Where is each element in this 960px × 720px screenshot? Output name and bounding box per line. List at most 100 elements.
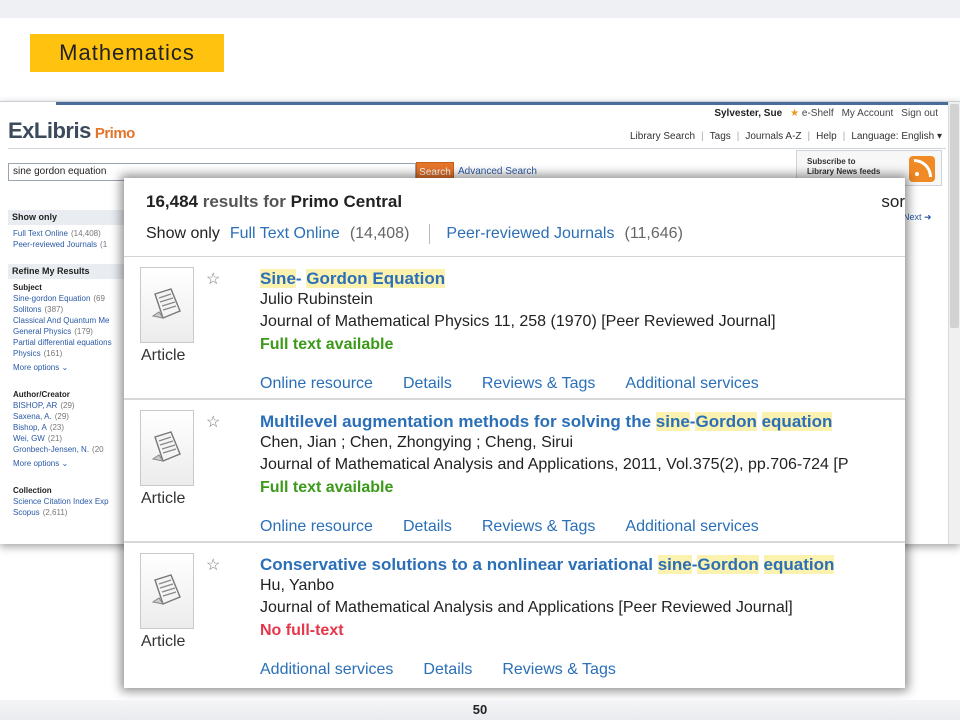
collection-facet[interactable]: Scopus (2,611) <box>8 507 126 518</box>
record-title[interactable]: Conservative solutions to a nonlinear va… <box>260 555 835 575</box>
facet-label[interactable]: Scopus <box>13 508 40 517</box>
language-selector[interactable]: Language: English ▾ <box>851 131 942 142</box>
nav-tags[interactable]: Tags <box>710 131 731 142</box>
facet-count: (2,611) <box>42 508 68 517</box>
title-segment: Gordon <box>695 412 757 431</box>
user-name: Sylvester, Sue <box>714 107 783 119</box>
facet-label[interactable]: Solitons <box>13 305 41 314</box>
results-panel: 16,484 results for Primo Central sor Sho… <box>124 178 905 688</box>
user-bar: Sylvester, Sue ★ e-Shelf My Account Sign… <box>714 105 938 121</box>
action-online-resource[interactable]: Online resource <box>260 375 373 393</box>
availability-status: Full text available <box>260 479 394 496</box>
action-reviews-tags[interactable]: Reviews & Tags <box>482 375 596 393</box>
sign-out-link[interactable]: Sign out <box>901 108 938 119</box>
refine-heading: Refine My Results <box>8 264 126 279</box>
action-additional-services[interactable]: Additional services <box>260 661 393 679</box>
document-icon <box>140 267 194 343</box>
facet-label[interactable]: Partial differential equations <box>13 338 112 347</box>
star-outline-icon[interactable]: ☆ <box>206 412 220 432</box>
record-type: Article <box>141 490 186 507</box>
facet-count: (179) <box>74 327 93 336</box>
facet-label[interactable]: Physics <box>13 349 41 358</box>
facet-sidebar: Show only Full Text Online (14,408) Peer-r… <box>8 210 126 518</box>
facet-count: (1 <box>100 240 108 249</box>
title-segment <box>757 412 762 431</box>
subject-facet[interactable]: Partial differential equations <box>8 337 126 348</box>
facet-count: (23) <box>49 423 65 432</box>
show-only-label: Show only <box>146 225 220 242</box>
facet-label[interactable]: Bishop, A <box>13 423 47 432</box>
record-actions: Online resource Details Reviews & Tags Addi… <box>260 518 789 536</box>
action-reviews-tags[interactable]: Reviews & Tags <box>502 661 616 679</box>
nav-separator: | <box>701 131 704 142</box>
nav-help[interactable]: Help <box>816 131 837 142</box>
top-nav: Library Search | Tags | Journals A-Z | Help | La… <box>630 131 942 142</box>
action-reviews-tags[interactable]: Reviews & Tags <box>482 518 596 536</box>
subject-facet[interactable]: Physics (161) <box>8 348 126 359</box>
record-source: Journal of Mathematical Physics 11, 258 … <box>260 313 776 330</box>
record-title[interactable]: Multilevel augmentation methods for solv… <box>260 412 833 432</box>
show-only-heading: Show only <box>8 210 126 225</box>
action-additional-services[interactable]: Additional services <box>625 518 758 536</box>
facet-label[interactable]: BISHOP, AR <box>13 401 57 410</box>
filter-separator <box>429 224 431 244</box>
document-icon <box>140 553 194 629</box>
eshelf-link[interactable]: ★ e-Shelf <box>790 108 833 119</box>
facet-label[interactable]: Sine-gordon Equation <box>13 294 90 303</box>
my-account-link[interactable]: My Account <box>842 108 894 119</box>
advanced-search-link[interactable]: Advanced Search <box>458 166 537 177</box>
show-only-facet[interactable]: Peer-reviewed Journals (1 <box>8 239 126 250</box>
facet-label[interactable]: Gronbech-Jensen, N. <box>13 445 89 454</box>
chevron-down-icon: ▾ <box>934 131 942 142</box>
facet-label[interactable]: Classical And Quantum Me <box>13 316 110 325</box>
author-facet[interactable]: Bishop, A (23) <box>8 422 126 433</box>
next-page-link[interactable]: Next ➜ <box>903 212 932 223</box>
author-facet[interactable]: Wei, GW (21) <box>8 433 126 444</box>
author-facet[interactable]: BISHOP, AR (29) <box>8 400 126 411</box>
action-online-resource[interactable]: Online resource <box>260 518 373 536</box>
record-author: Hu, Yanbo <box>260 577 335 594</box>
action-details[interactable]: Details <box>403 375 452 393</box>
subject-facet[interactable]: General Physics (179) <box>8 326 126 337</box>
author-more-options[interactable]: More options ⌄ <box>8 458 126 469</box>
facet-label[interactable]: Science Citation Index Exp <box>13 497 109 506</box>
filter-peer-reviewed[interactable]: Peer-reviewed Journals <box>446 225 614 243</box>
facet-label[interactable]: General Physics <box>13 327 71 336</box>
subject-facet[interactable]: Classical And Quantum Me <box>8 315 126 326</box>
results-source: Primo Central <box>290 192 403 211</box>
nav-journals-a-z[interactable]: Journals A-Z <box>745 131 801 142</box>
author-heading: Author/Creator <box>13 390 70 399</box>
title-segment: Multilevel augmentation methods for solv… <box>260 412 656 431</box>
title-segment: Gordon Equation <box>306 269 446 288</box>
title-segment: equation <box>761 412 833 431</box>
record-title[interactable]: Sine- Gordon Equation <box>260 269 446 289</box>
nav-divider <box>8 148 946 149</box>
record-source: Journal of Mathematical Analysis and App… <box>260 599 793 616</box>
facet-count: (20 <box>92 445 104 454</box>
record-actions: Additional services Details Reviews & Tags <box>260 661 646 679</box>
chevron-down-icon: ⌄ <box>61 459 69 468</box>
collection-facet[interactable]: Science Citation Index Exp <box>8 496 126 507</box>
author-facet[interactable]: Gronbech-Jensen, N. (20 <box>8 444 126 455</box>
filter-full-text-online[interactable]: Full Text Online <box>230 225 340 243</box>
chevron-down-icon: ⌄ <box>61 363 69 372</box>
subject-facet[interactable]: Sine-gordon Equation (69 <box>8 293 126 304</box>
star-outline-icon[interactable]: ☆ <box>206 555 220 575</box>
action-details[interactable]: Details <box>423 661 472 679</box>
facet-label[interactable]: Full Text Online <box>13 229 68 238</box>
subject-more-options[interactable]: More options ⌄ <box>8 362 126 373</box>
author-facet[interactable]: Saxena, A. (29) <box>8 411 126 422</box>
show-only-facet[interactable]: Full Text Online (14,408) <box>8 228 126 239</box>
facet-count: (387) <box>44 305 64 314</box>
action-additional-services[interactable]: Additional services <box>625 375 758 393</box>
facet-label[interactable]: Wei, GW <box>13 434 45 443</box>
facet-label[interactable]: Saxena, A. <box>13 412 52 421</box>
page-scrollbar[interactable] <box>948 102 960 544</box>
nav-library-search[interactable]: Library Search <box>630 131 695 142</box>
subject-facet[interactable]: Solitons (387) <box>8 304 126 315</box>
exlibris-primo-logo: ExLibris Primo <box>8 118 135 143</box>
facet-label[interactable]: Peer-reviewed Journals <box>13 240 97 249</box>
scrollbar-thumb[interactable] <box>950 104 959 328</box>
action-details[interactable]: Details <box>403 518 452 536</box>
star-outline-icon[interactable]: ☆ <box>206 269 220 289</box>
